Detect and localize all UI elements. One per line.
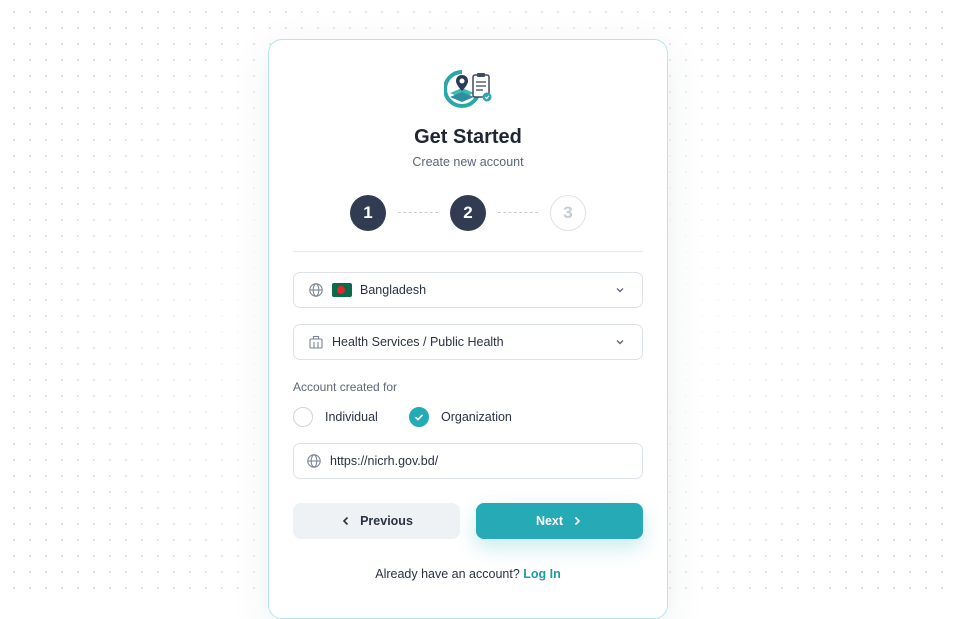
step-1-indicator: 1 (350, 195, 386, 231)
individual-label[interactable]: Individual (325, 410, 378, 424)
organization-checkbox[interactable] (409, 407, 429, 427)
chevron-down-icon (614, 336, 626, 348)
globe-icon (308, 282, 324, 298)
login-link[interactable]: Log In (523, 567, 561, 581)
previous-label: Previous (360, 514, 413, 528)
section-divider (293, 251, 643, 252)
country-value: Bangladesh (360, 283, 427, 297)
login-prompt-text: Already have an account? (375, 567, 520, 581)
step-3-indicator: 3 (550, 195, 586, 231)
website-value: https://nicrh.gov.bd/ (330, 454, 439, 468)
sector-value: Health Services / Public Health (332, 335, 504, 349)
login-prompt: Already have an account? Log In (269, 567, 667, 581)
next-button[interactable]: Next (476, 503, 643, 539)
health-map-clipboard-icon (443, 69, 494, 109)
check-icon (414, 414, 424, 421)
next-label: Next (535, 514, 564, 528)
bangladesh-flag-icon (332, 283, 352, 297)
sector-select[interactable]: Health Services / Public Health (293, 324, 643, 360)
page-subtitle: Create new account (412, 155, 524, 169)
signup-card: Get Started Create new account 1 2 3 Ban… (268, 39, 668, 619)
chevron-down-icon (614, 284, 626, 296)
chevron-left-icon (342, 516, 349, 526)
chevron-right-icon (574, 516, 581, 526)
building-icon (308, 334, 324, 350)
page-title: Get Started (414, 126, 522, 148)
globe-icon (306, 453, 322, 469)
step-2-indicator: 2 (450, 195, 486, 231)
step-connector (498, 212, 538, 213)
previous-button[interactable]: Previous (293, 503, 460, 539)
country-select[interactable]: Bangladesh (293, 272, 643, 308)
account-for-label: Account created for (293, 380, 398, 394)
individual-checkbox[interactable] (293, 407, 313, 427)
organization-label[interactable]: Organization (441, 410, 512, 424)
website-input[interactable]: https://nicrh.gov.bd/ (293, 443, 643, 479)
step-connector (398, 212, 438, 213)
